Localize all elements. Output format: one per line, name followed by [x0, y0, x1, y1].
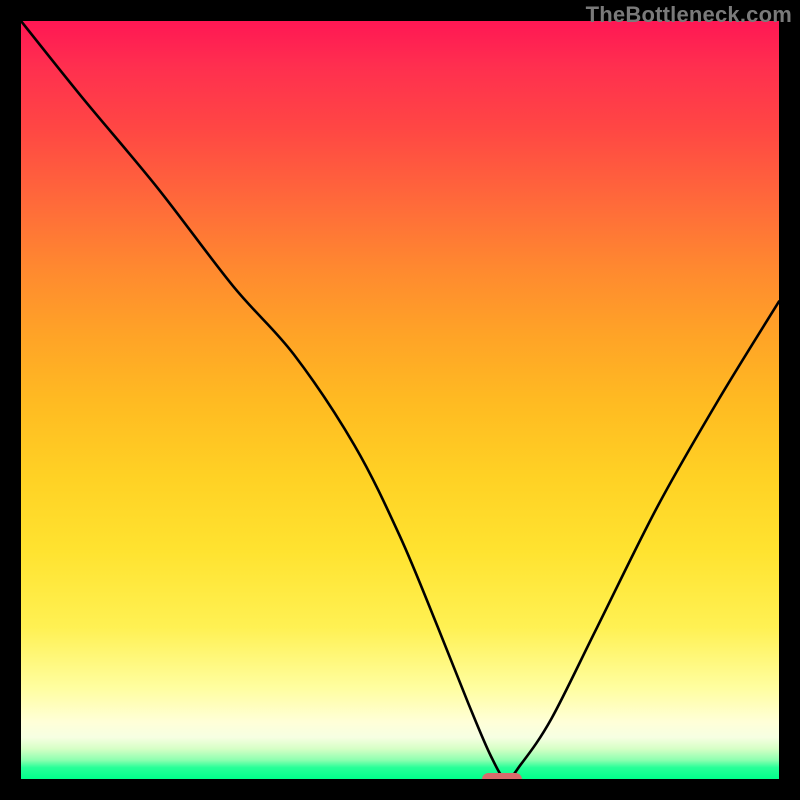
watermark-text: TheBottleneck.com [586, 2, 792, 28]
chart-frame: TheBottleneck.com [0, 0, 800, 800]
curve-path [21, 21, 779, 779]
curve-svg [21, 21, 779, 779]
minimum-marker [482, 773, 522, 780]
plot-area [21, 21, 779, 779]
